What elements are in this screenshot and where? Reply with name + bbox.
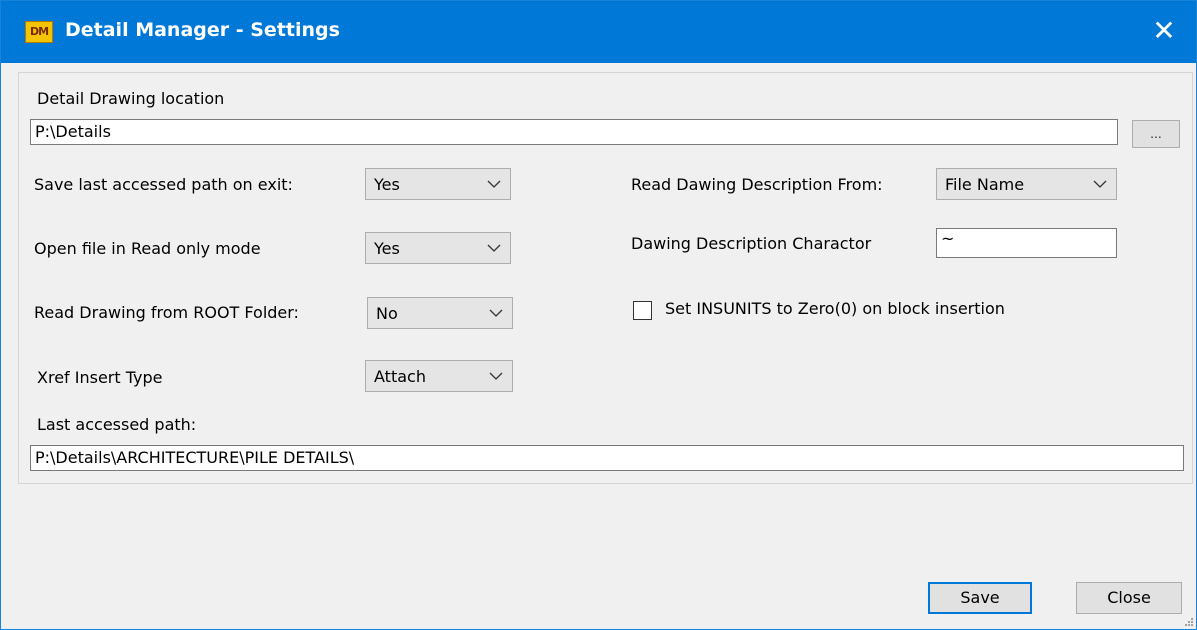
description-from-select[interactable]: File Name [936, 168, 1117, 200]
description-from-label: Read Dawing Description From: [631, 175, 883, 194]
insunits-label: Set INSUNITS to Zero(0) on block inserti… [665, 299, 1005, 318]
root-folder-select[interactable]: No [367, 297, 513, 329]
browse-button[interactable]: ... [1132, 120, 1180, 148]
save-button[interactable]: Save [928, 582, 1032, 614]
save-last-path-label: Save last accessed path on exit: [34, 175, 293, 194]
chevron-down-icon [487, 244, 501, 252]
window-title: Detail Manager - Settings [65, 19, 340, 41]
xref-type-select[interactable]: Attach [365, 360, 513, 392]
read-only-label: Open file in Read only mode [34, 239, 261, 258]
close-icon[interactable]: ✕ [1144, 11, 1184, 51]
app-logo-icon: DM [25, 21, 53, 43]
chevron-down-icon [489, 372, 503, 380]
read-only-value: Yes [374, 239, 400, 258]
chevron-down-icon [487, 180, 501, 188]
root-folder-value: No [376, 304, 398, 323]
last-path-label: Last accessed path: [37, 415, 197, 434]
save-last-path-select[interactable]: Yes [365, 168, 511, 200]
description-from-value: File Name [945, 175, 1025, 194]
drawing-location-input[interactable]: P:\Details [30, 119, 1118, 145]
chevron-down-icon [489, 309, 503, 317]
description-char-input[interactable]: ~ [936, 228, 1117, 258]
last-path-input[interactable]: P:\Details\ARCHITECTURE\PILE DETAILS\ [30, 445, 1184, 471]
description-char-label: Dawing Description Charactor [631, 234, 872, 253]
insunits-checkbox[interactable] [633, 301, 652, 320]
xref-type-value: Attach [374, 367, 426, 386]
title-bar[interactable]: DM Detail Manager - Settings ✕ [1, 1, 1196, 63]
resize-grip-icon[interactable] [1184, 617, 1194, 627]
settings-dialog: DM Detail Manager - Settings ✕ Detail Dr… [0, 0, 1197, 630]
close-button[interactable]: Close [1076, 582, 1182, 614]
xref-type-label: Xref Insert Type [37, 368, 163, 387]
save-last-path-value: Yes [374, 175, 400, 194]
root-folder-label: Read Drawing from ROOT Folder: [34, 303, 299, 322]
drawing-location-label: Detail Drawing location [37, 89, 225, 108]
read-only-select[interactable]: Yes [365, 232, 511, 264]
chevron-down-icon [1093, 180, 1107, 188]
